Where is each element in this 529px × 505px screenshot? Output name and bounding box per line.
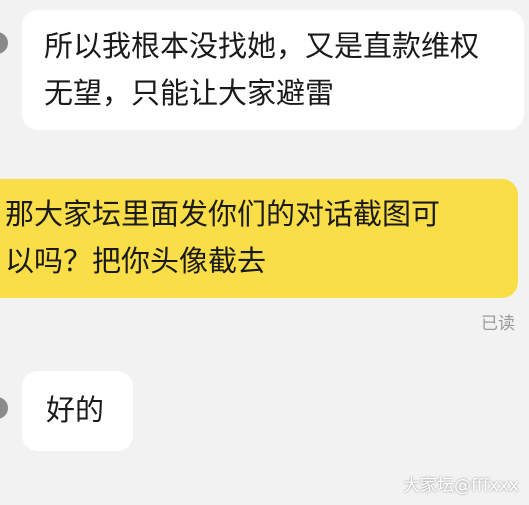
message-text-line: 以吗？把你头像截去 xyxy=(5,244,267,278)
watermark: 大家坛@fffxxx xyxy=(403,476,519,496)
message-bubble-incoming[interactable]: 所以我根本没找她，又是直款维权 无望，只能让大家避雷 xyxy=(22,10,524,130)
sender-avatar[interactable] xyxy=(0,32,8,54)
message-text-line: 好的 xyxy=(46,393,105,427)
message-bubble-outgoing[interactable]: 那大家坛里面发你们的对话截图可 以吗？把你头像截去 xyxy=(0,179,518,298)
message-bubble-incoming[interactable]: 好的 xyxy=(22,371,133,451)
read-status: 已读 xyxy=(481,314,515,334)
sender-avatar[interactable] xyxy=(0,397,8,419)
message-text-line: 所以我根本没找她，又是直款维权 xyxy=(44,29,480,63)
message-text-line: 无望，只能让大家避雷 xyxy=(44,76,335,110)
message-text-line: 那大家坛里面发你们的对话截图可 xyxy=(5,197,441,231)
